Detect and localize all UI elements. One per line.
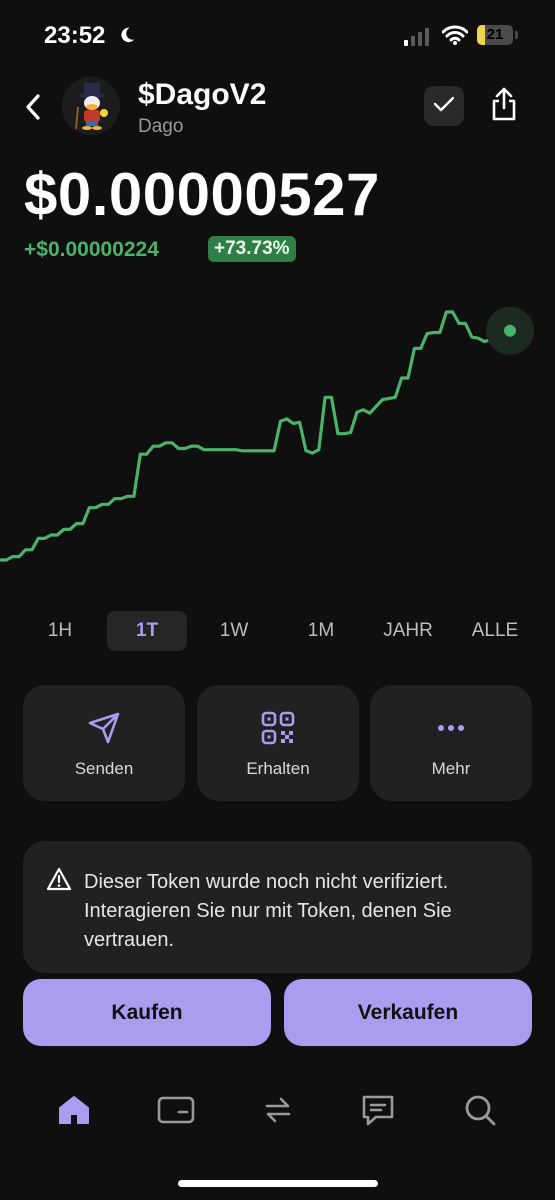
price-chart[interactable] (0, 290, 555, 580)
price-change-absolute: +$0.00000224 (24, 238, 159, 261)
more-button[interactable]: Mehr (370, 685, 532, 801)
battery-level: 21 (486, 26, 504, 43)
sell-button[interactable]: Verkaufen (284, 979, 532, 1046)
home-indicator (178, 1180, 378, 1187)
qr-code-icon (197, 711, 359, 745)
watchlist-button[interactable] (424, 86, 464, 126)
status-time: 23:52 (44, 22, 106, 49)
token-symbol: $DagoV2 (138, 78, 267, 111)
token-avatar (62, 77, 120, 135)
receive-button[interactable]: Erhalten (197, 685, 359, 801)
current-point (504, 324, 516, 337)
wifi-icon (441, 25, 469, 50)
moon-icon (118, 26, 136, 49)
battery-indicator: 21 (477, 25, 513, 45)
share-icon (489, 86, 519, 127)
warning-triangle-icon (46, 867, 72, 896)
time-range-selector: 1H 1T 1W 1M JAHR ALLE (20, 611, 535, 651)
warning-text: Dieser Token wurde noch nicht verifizier… (84, 871, 452, 951)
range-jahr[interactable]: JAHR (368, 611, 448, 651)
receive-label: Erhalten (246, 759, 310, 778)
more-dots-icon (370, 711, 532, 745)
range-1t[interactable]: 1T (107, 611, 187, 651)
price-line (0, 310, 512, 562)
send-icon (23, 711, 185, 745)
cellular-signal-icon (404, 28, 429, 46)
search-icon[interactable] (460, 1090, 500, 1130)
share-button[interactable] (484, 84, 524, 128)
range-1h[interactable]: 1H (20, 611, 100, 651)
price-change-percent: +73.73% (208, 236, 296, 262)
current-price: $0.00000527 (24, 161, 380, 228)
send-label: Senden (74, 759, 134, 778)
wallet-icon[interactable] (156, 1090, 196, 1130)
token-name: Dago (138, 116, 184, 137)
range-1w[interactable]: 1W (194, 611, 274, 651)
range-1m[interactable]: 1M (281, 611, 361, 651)
more-label: Mehr (431, 759, 471, 778)
buy-button[interactable]: Kaufen (23, 979, 271, 1046)
home-icon[interactable] (54, 1090, 94, 1130)
battery-tip (515, 31, 518, 39)
swap-icon[interactable] (258, 1090, 298, 1130)
unverified-token-warning: Dieser Token wurde noch nicht verifizier… (23, 841, 532, 973)
send-button[interactable]: Senden (23, 685, 185, 801)
checkmark-icon (433, 95, 455, 118)
chevron-left-icon[interactable] (20, 90, 46, 129)
chat-icon[interactable] (358, 1090, 398, 1130)
range-alle[interactable]: ALLE (455, 611, 535, 651)
